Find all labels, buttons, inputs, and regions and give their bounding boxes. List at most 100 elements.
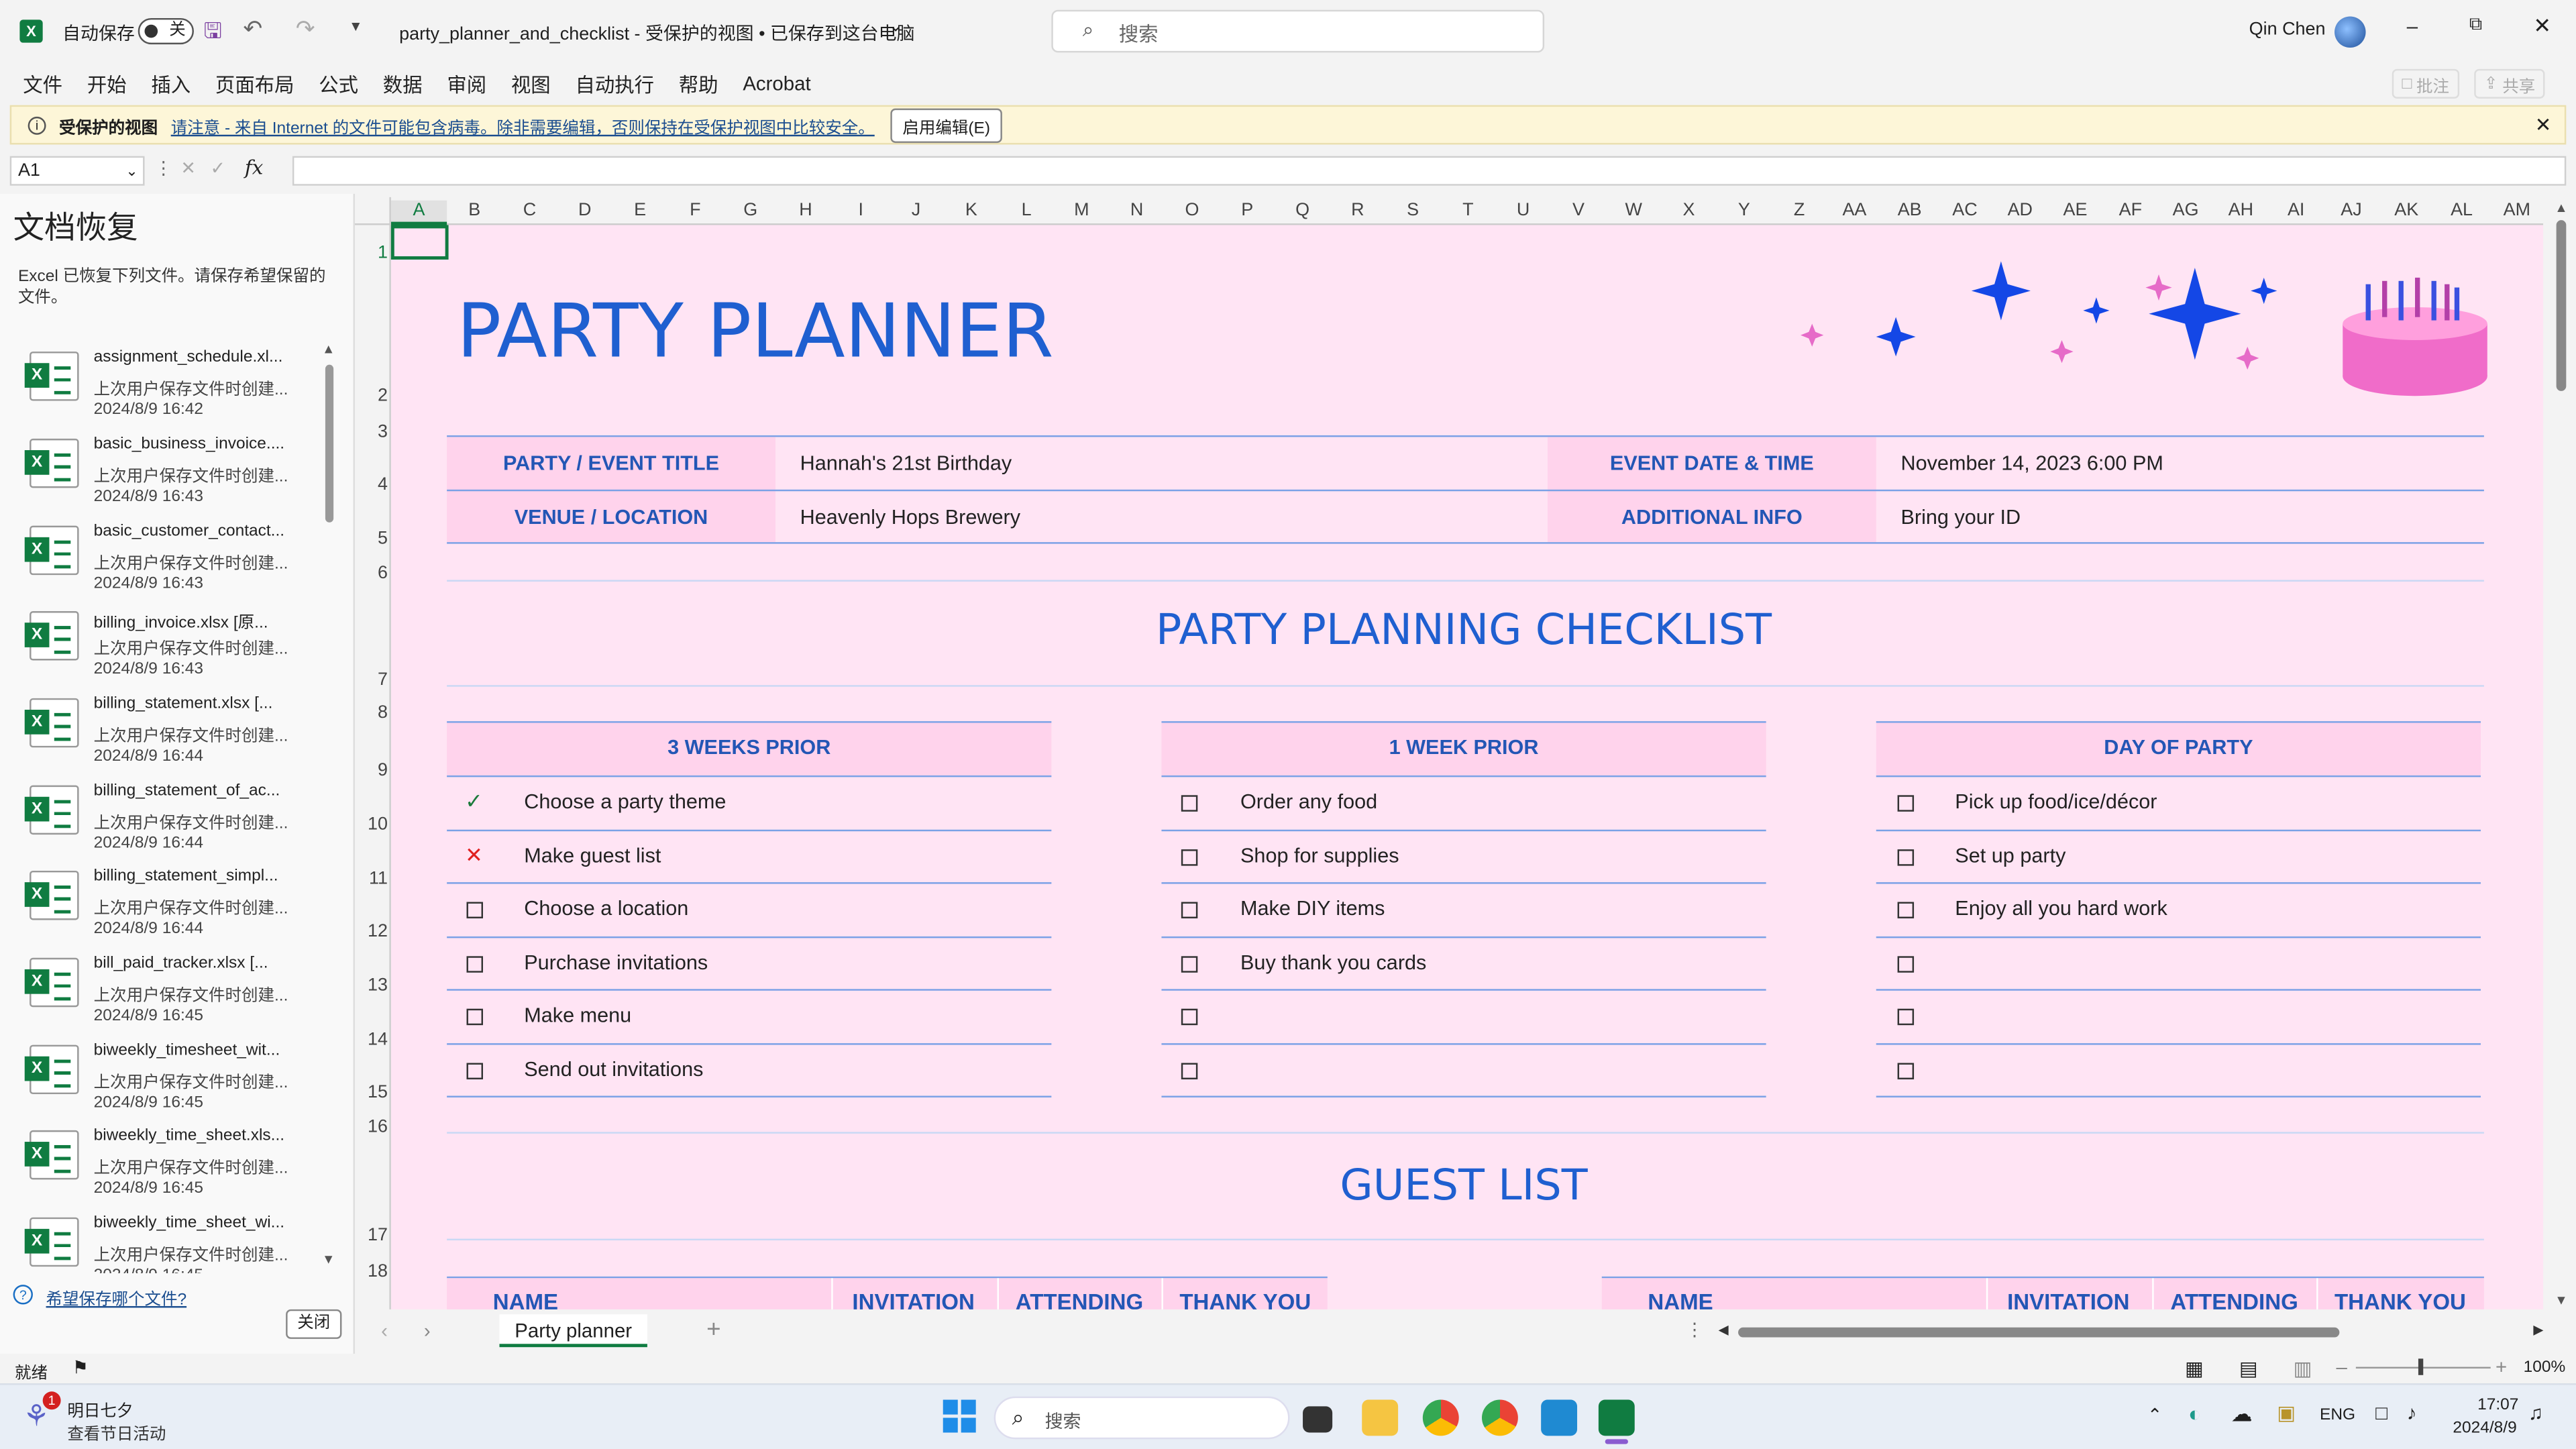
autosave-toggle[interactable]: 关 bbox=[138, 17, 194, 45]
normal-view-icon[interactable]: ▦ bbox=[2185, 1357, 2204, 1380]
minimize-icon[interactable]: – bbox=[2407, 15, 2418, 38]
cancel-icon[interactable]: ✕ bbox=[180, 158, 196, 179]
column-header[interactable]: Y bbox=[1717, 201, 1772, 220]
event-date-value[interactable]: November 14, 2023 6:00 PM bbox=[1900, 451, 2163, 474]
avatar[interactable] bbox=[2334, 16, 2366, 48]
zoom-level[interactable]: 100% bbox=[2524, 1358, 2566, 1377]
save-icon[interactable]: 🖫 bbox=[204, 16, 222, 52]
scroll-up-icon[interactable]: ▲ bbox=[2555, 201, 2567, 215]
name-box[interactable]: A1 ⌄ bbox=[9, 156, 145, 186]
recovery-file[interactable]: biweekly_time_sheet.xls... 上次用户保存文件时创建...… bbox=[23, 1127, 302, 1212]
column-header[interactable]: O bbox=[1165, 201, 1220, 220]
customize-toolbar-icon[interactable]: ▾ bbox=[352, 18, 360, 36]
recovery-file[interactable]: biweekly_time_sheet_wi... 上次用户保存文件时创建... 2… bbox=[23, 1214, 302, 1273]
prev-sheet-icon[interactable]: ‹ bbox=[381, 1320, 388, 1342]
active-cell[interactable] bbox=[390, 225, 449, 260]
column-header[interactable]: AJ bbox=[2324, 201, 2379, 220]
checkbox[interactable] bbox=[1181, 849, 1198, 866]
column-header[interactable]: AL bbox=[2434, 201, 2489, 220]
more-icon[interactable]: ⋮ bbox=[154, 158, 172, 179]
page-break-view-icon[interactable]: ▥ bbox=[2294, 1357, 2312, 1380]
column-header[interactable]: AA bbox=[1827, 201, 1882, 220]
user-name[interactable]: Qin Chen bbox=[2249, 19, 2326, 39]
column-header[interactable]: X bbox=[1661, 201, 1716, 220]
column-header[interactable]: AC bbox=[1937, 201, 1992, 220]
column-header[interactable]: T bbox=[1440, 201, 1495, 220]
column-header[interactable]: K bbox=[944, 201, 999, 220]
tab-page-layout[interactable]: 页面布局 bbox=[215, 70, 294, 98]
checkmark-icon[interactable]: ✓ bbox=[465, 789, 483, 815]
cross-icon[interactable]: ✕ bbox=[465, 843, 483, 869]
input-language[interactable]: ENG bbox=[2320, 1406, 2355, 1424]
checkbox[interactable] bbox=[1897, 795, 1915, 812]
vertical-scrollbar-thumb[interactable] bbox=[2556, 220, 2567, 391]
column-header[interactable]: AM bbox=[2489, 201, 2544, 220]
venue-value[interactable]: Heavenly Hops Brewery bbox=[800, 506, 1020, 529]
recovery-file[interactable]: biweekly_timesheet_wit... 上次用户保存文件时创建...2… bbox=[23, 1042, 302, 1127]
column-header[interactable]: Z bbox=[1772, 201, 1827, 220]
column-header[interactable]: H bbox=[778, 201, 833, 220]
scroll-left-icon[interactable]: ◀ bbox=[1719, 1322, 1729, 1337]
app-tray-icon[interactable]: ▣ bbox=[2277, 1401, 2296, 1424]
row-header[interactable]: 2 bbox=[355, 386, 388, 406]
protected-message[interactable]: 请注意 - 来自 Internet 的文件可能包含病毒。除非需要编辑，否则保持在… bbox=[171, 113, 875, 138]
horizontal-scrollbar-thumb[interactable] bbox=[1738, 1327, 2340, 1338]
checkbox[interactable] bbox=[1897, 849, 1915, 866]
sheet-tab-party-planner[interactable]: Party planner bbox=[499, 1314, 647, 1348]
column-header[interactable]: B bbox=[447, 201, 502, 220]
recovery-file[interactable]: billing_statement_of_ac... 上次用户保存文件时创建...… bbox=[23, 782, 302, 867]
row-header[interactable]: 6 bbox=[355, 564, 388, 583]
event-title-value[interactable]: Hannah's 21st Birthday bbox=[800, 451, 1012, 474]
add-sheet-icon[interactable]: + bbox=[706, 1316, 720, 1344]
weather-title[interactable]: 明日七夕 bbox=[67, 1397, 133, 1421]
file-explorer-icon[interactable] bbox=[1362, 1399, 1399, 1436]
checkbox[interactable] bbox=[1897, 1008, 1915, 1026]
taskbar-search-input[interactable]: ⌕ 搜索 bbox=[994, 1396, 1290, 1440]
column-header[interactable]: E bbox=[612, 201, 667, 220]
row-header[interactable]: 10 bbox=[355, 815, 388, 835]
title-chevron-down-icon[interactable]: ⌄ bbox=[889, 18, 903, 36]
column-header[interactable]: AD bbox=[1992, 201, 2047, 220]
tab-home[interactable]: 开始 bbox=[87, 70, 127, 98]
recovery-file[interactable]: assignment_schedule.xl... 上次用户保存文件时创建...2… bbox=[23, 348, 302, 433]
tab-help[interactable]: 帮助 bbox=[679, 70, 718, 98]
which-files-link[interactable]: 希望保存哪个文件? bbox=[46, 1285, 187, 1309]
enter-icon[interactable]: ✓ bbox=[210, 158, 225, 179]
row-header[interactable]: 7 bbox=[355, 670, 388, 690]
column-header[interactable]: AG bbox=[2158, 201, 2213, 220]
column-header[interactable]: AE bbox=[2047, 201, 2102, 220]
select-all-corner[interactable] bbox=[354, 197, 391, 225]
share-button[interactable]: ⇪ 共享 bbox=[2474, 68, 2545, 99]
clock-date[interactable]: 2024/8/9 bbox=[2453, 1419, 2516, 1438]
close-recovery-button[interactable]: 关闭 bbox=[286, 1309, 342, 1339]
chrome-profile-icon[interactable] bbox=[1481, 1399, 1518, 1436]
row-header[interactable]: 11 bbox=[355, 869, 388, 889]
column-header[interactable]: R bbox=[1330, 201, 1385, 220]
tab-automate[interactable]: 自动执行 bbox=[575, 70, 654, 98]
scroll-down-icon[interactable]: ▼ bbox=[322, 1252, 335, 1267]
show-hidden-icons-icon[interactable]: ⌃ bbox=[2147, 1405, 2163, 1426]
accessibility-icon[interactable]: ⚑ bbox=[72, 1357, 89, 1378]
column-header[interactable]: J bbox=[888, 201, 943, 220]
row-header[interactable]: 4 bbox=[355, 475, 388, 494]
comments-button[interactable]: □ 批注 bbox=[2392, 68, 2459, 99]
checkbox[interactable] bbox=[1181, 956, 1198, 973]
row-header[interactable]: 1 bbox=[355, 243, 388, 262]
task-view-icon[interactable] bbox=[1303, 1406, 1333, 1433]
column-header[interactable]: AI bbox=[2269, 201, 2324, 220]
checkbox[interactable] bbox=[1181, 902, 1198, 918]
row-header[interactable]: 3 bbox=[355, 422, 388, 441]
checkbox[interactable] bbox=[466, 1063, 484, 1079]
checkbox[interactable] bbox=[466, 902, 484, 918]
scroll-up-icon[interactable]: ▲ bbox=[322, 341, 335, 356]
column-header[interactable]: N bbox=[1110, 201, 1165, 220]
row-header[interactable]: 5 bbox=[355, 529, 388, 549]
column-header[interactable]: I bbox=[833, 201, 888, 220]
insert-function-icon[interactable]: fx bbox=[245, 156, 263, 179]
volume-icon[interactable]: ♪ bbox=[2407, 1401, 2417, 1424]
clock-time[interactable]: 17:07 bbox=[2477, 1397, 2518, 1415]
column-header[interactable]: A bbox=[390, 200, 447, 225]
row-header[interactable]: 12 bbox=[355, 922, 388, 941]
scroll-right-icon[interactable]: ▶ bbox=[2533, 1322, 2543, 1337]
tab-data[interactable]: 数据 bbox=[383, 70, 423, 98]
